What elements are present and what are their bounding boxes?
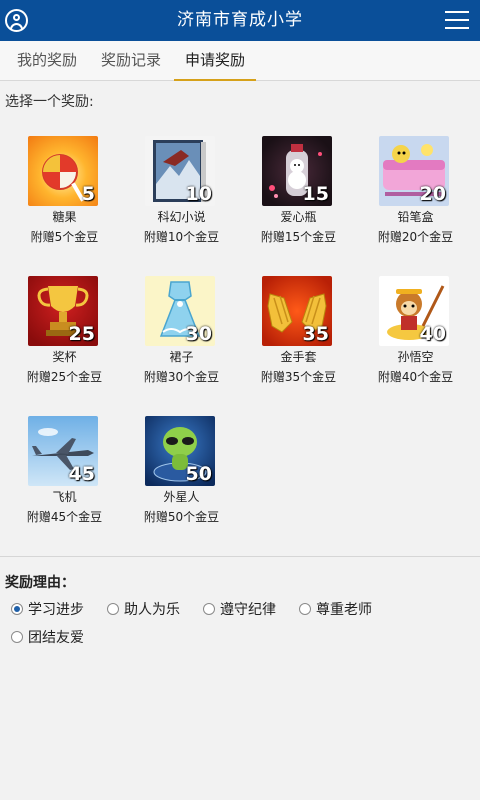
reward-name: 奖杯 [52, 350, 77, 364]
reward-name: 爱心瓶 [280, 210, 317, 224]
reward-bonus: 附赠50个金豆 [143, 510, 220, 524]
pencil-case-icon: 20 [379, 136, 449, 206]
reward-item-monkey-king[interactable]: 40 孙悟空 附赠40个金豆 [357, 262, 474, 400]
reward-grid: 5 糖果 附赠5个金豆 10 科幻小说 附赠10个金豆 15 爱心瓶 附赠15个… [6, 122, 474, 548]
radio-unchecked-icon[interactable] [299, 603, 311, 615]
trophy-icon: 25 [28, 276, 98, 346]
reward-name: 科幻小说 [157, 210, 206, 224]
reward-name: 孙悟空 [397, 350, 434, 364]
reward-bonus: 附赠35个金豆 [260, 370, 337, 384]
reward-name: 飞机 [52, 490, 77, 504]
reward-item-alien[interactable]: 50 外星人 附赠50个金豆 [123, 402, 240, 540]
reward-item-trophy[interactable]: 25 奖杯 附赠25个金豆 [6, 262, 123, 400]
reward-item-airplane[interactable]: 45 飞机 附赠45个金豆 [6, 402, 123, 540]
reward-bonus: 附赠40个金豆 [377, 370, 454, 384]
book-icon: 10 [145, 136, 215, 206]
reward-name: 金手套 [280, 350, 317, 364]
header-bar: 济南市育成小学 [0, 0, 480, 41]
tab-bar: 我的奖励 奖励记录 申请奖励 [0, 41, 480, 81]
reward-bonus: 附赠45个金豆 [26, 510, 103, 524]
tab-apply-reward[interactable]: 申请奖励 [174, 41, 256, 81]
dress-icon: 30 [145, 276, 215, 346]
radio-unchecked-icon[interactable] [107, 603, 119, 615]
reward-item-dress[interactable]: 30 裙子 附赠30个金豆 [123, 262, 240, 400]
reward-name: 裙子 [169, 350, 194, 364]
reason-option-label: 遵守纪律 [220, 602, 276, 618]
reward-item-gold-gloves[interactable]: 35 金手套 附赠35个金豆 [240, 262, 357, 400]
reward-bonus: 附赠20个金豆 [377, 230, 454, 244]
monkey-king-icon: 40 [379, 276, 449, 346]
reason-option-label: 团结友爱 [28, 630, 84, 646]
gold-gloves-icon: 35 [262, 276, 332, 346]
reward-item-book[interactable]: 10 科幻小说 附赠10个金豆 [123, 122, 240, 260]
airplane-icon: 45 [28, 416, 98, 486]
section-divider [0, 556, 480, 557]
reward-name: 糖果 [52, 210, 77, 224]
reward-bonus: 附赠25个金豆 [26, 370, 103, 384]
alien-icon: 50 [145, 416, 215, 486]
reward-bonus: 附赠30个金豆 [143, 370, 220, 384]
rewards-prompt: 选择一个奖励: [5, 94, 94, 110]
reward-bonus: 附赠10个金豆 [143, 230, 220, 244]
menu-icon[interactable] [445, 11, 469, 30]
reward-name: 铅笔盒 [397, 210, 434, 224]
radio-unchecked-icon[interactable] [203, 603, 215, 615]
reason-option-label: 学习进步 [28, 602, 84, 618]
tab-my-rewards[interactable]: 我的奖励 [8, 41, 86, 81]
reason-option-label: 尊重老师 [316, 602, 372, 618]
reason-option-label: 助人为乐 [124, 602, 180, 618]
reward-name: 外星人 [163, 490, 200, 504]
love-bottle-icon: 15 [262, 136, 332, 206]
tab-reward-records[interactable]: 奖励记录 [93, 41, 169, 81]
radio-checked-icon[interactable] [11, 603, 23, 615]
reward-bonus: 附赠5个金豆 [30, 230, 99, 244]
reason-title: 奖励理由： [5, 575, 75, 591]
reward-item-pencil-case[interactable]: 20 铅笔盒 附赠20个金豆 [357, 122, 474, 260]
reward-bonus: 附赠15个金豆 [260, 230, 337, 244]
radio-unchecked-icon[interactable] [11, 631, 23, 643]
page-title: 济南市育成小学 [177, 10, 303, 30]
reward-item-candy[interactable]: 5 糖果 附赠5个金豆 [6, 122, 123, 260]
reward-item-love-bottle[interactable]: 15 爱心瓶 附赠15个金豆 [240, 122, 357, 260]
candy-icon: 5 [28, 136, 98, 206]
